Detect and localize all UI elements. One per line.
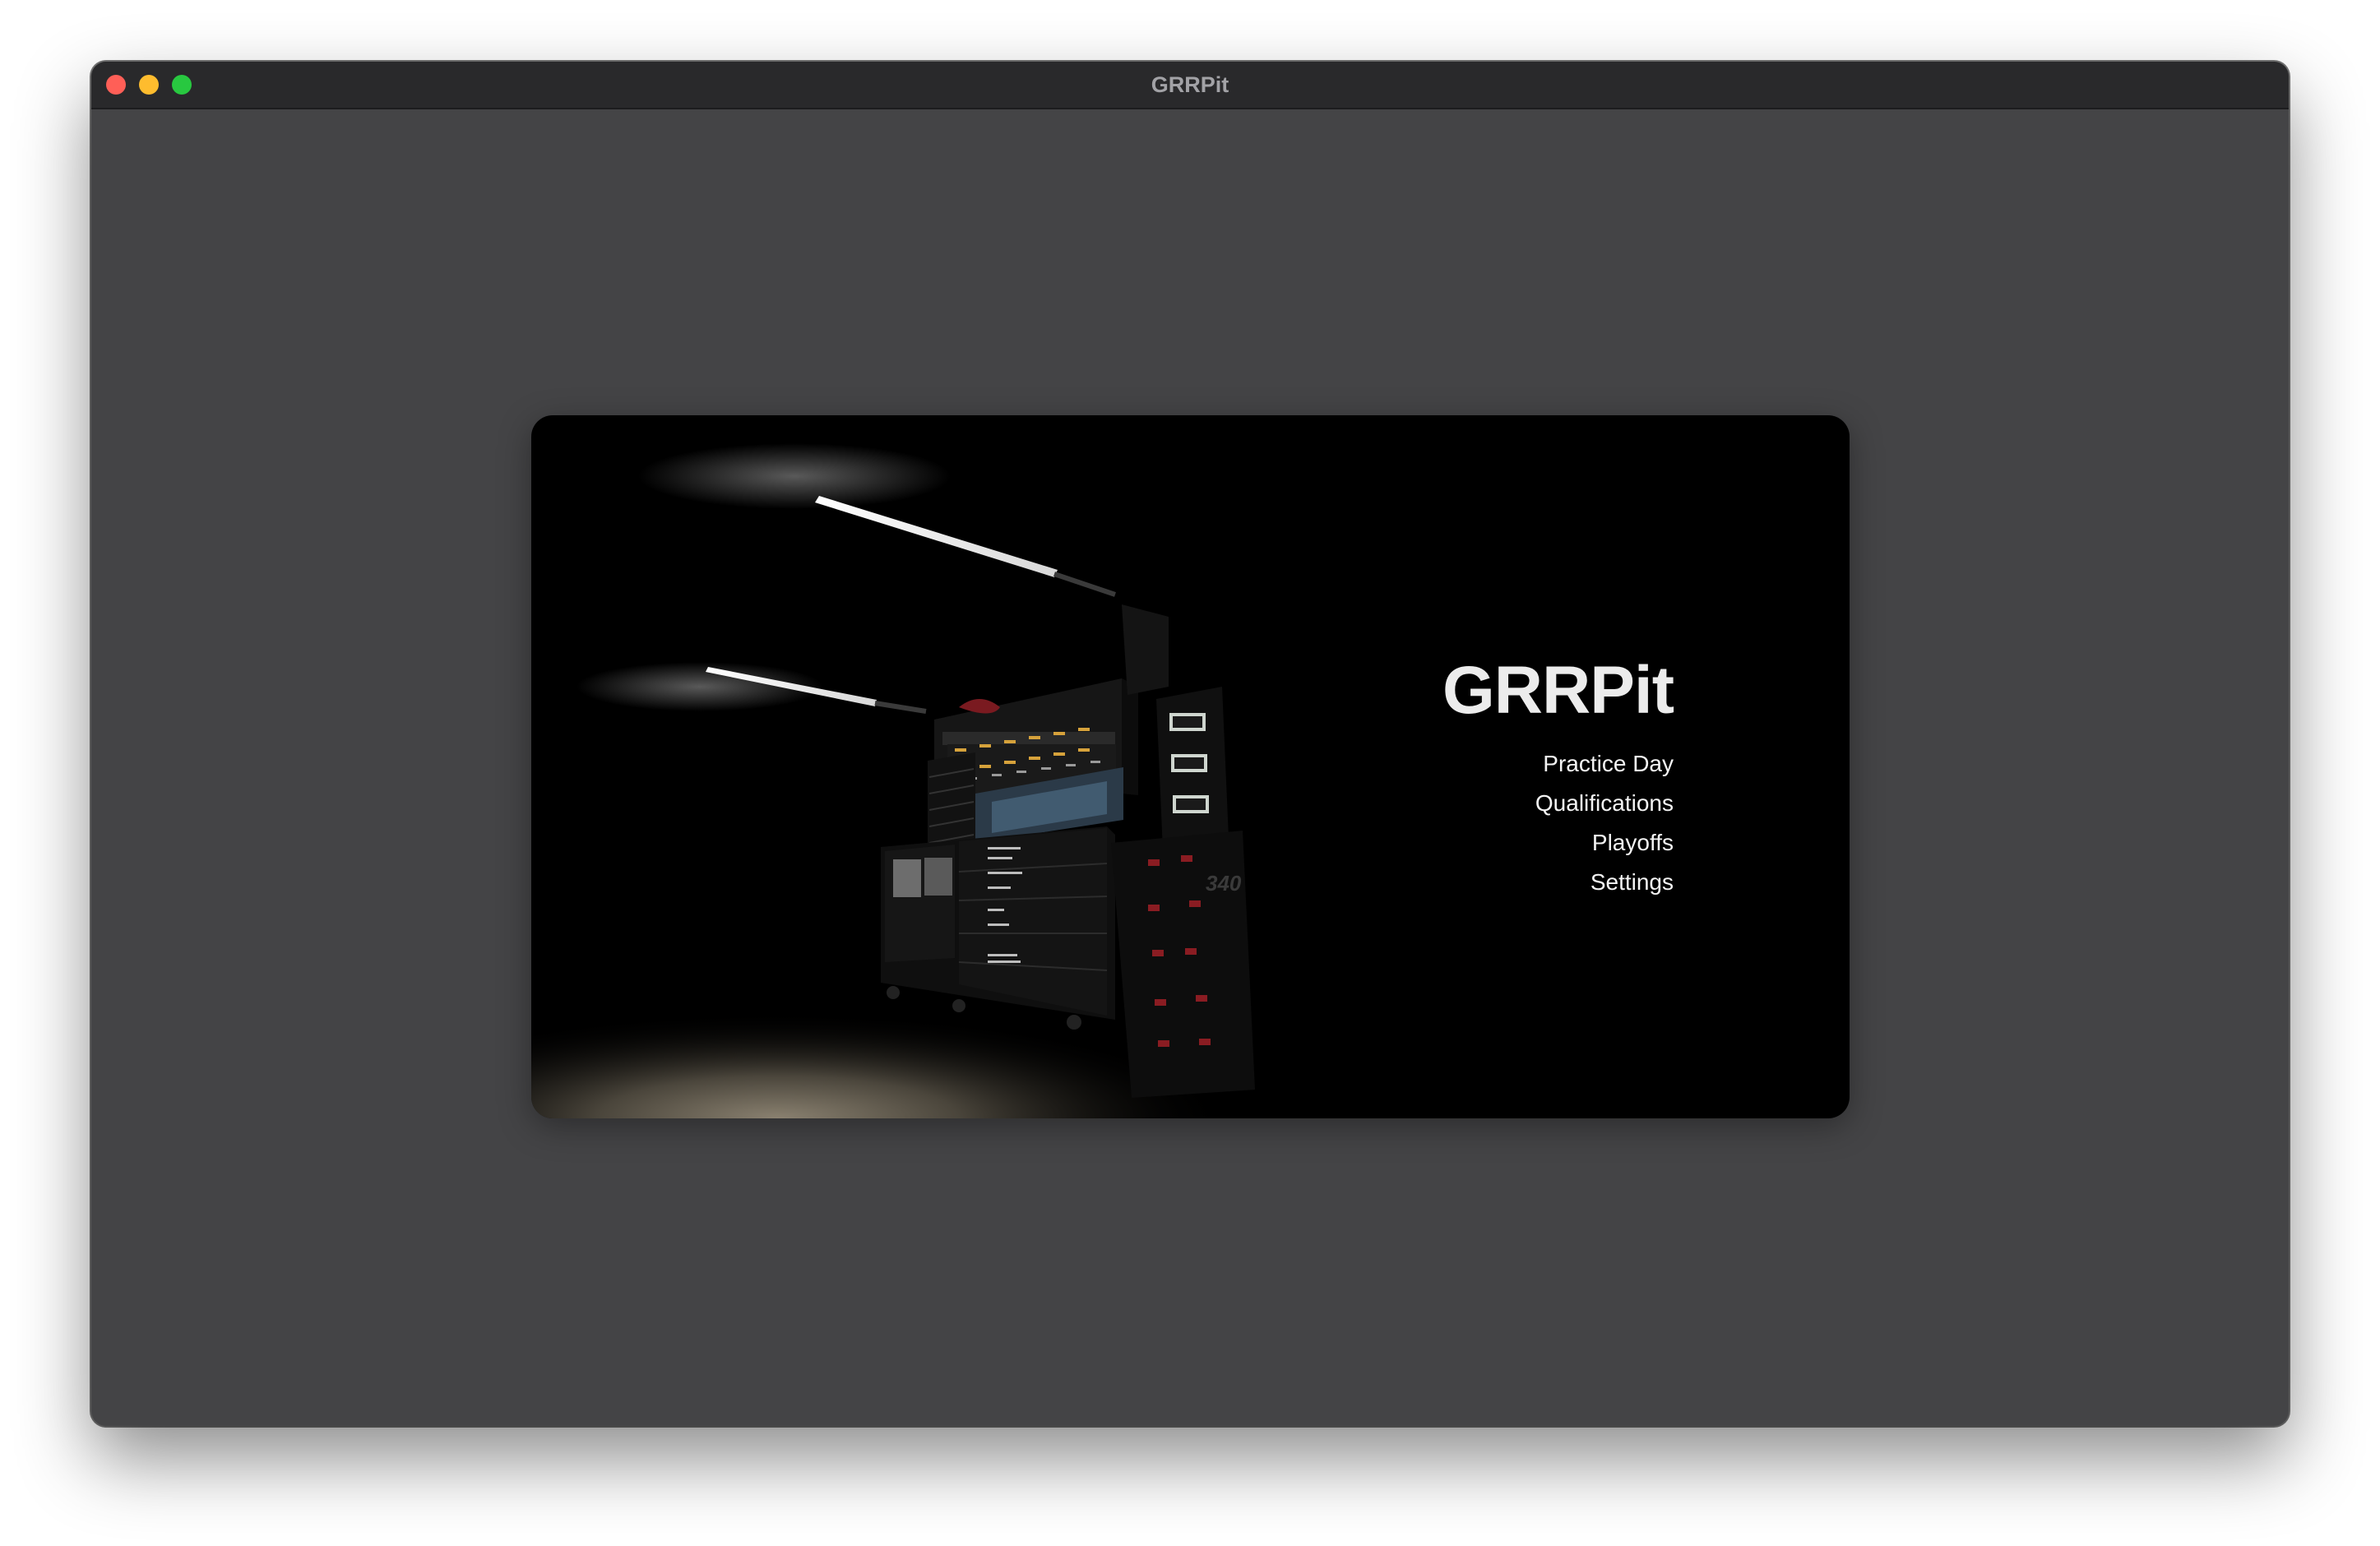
main-menu-card: 340 GRRPit Practice Day Qualifications P…: [531, 415, 1850, 1118]
menu-item-settings[interactable]: Settings: [1442, 863, 1674, 902]
menu-item-playoffs[interactable]: Playoffs: [1442, 823, 1674, 863]
app-title: GRRPit: [1442, 653, 1674, 728]
cart-number-label: 340: [1206, 871, 1242, 896]
menu-item-qualifications[interactable]: Qualifications: [1442, 784, 1674, 823]
app-window: GRRPit 340 GRRPit Practice Day Qualifica…: [91, 62, 2289, 1426]
menu-item-practice-day[interactable]: Practice Day: [1442, 744, 1674, 784]
main-menu: GRRPit Practice Day Qualifications Playo…: [1442, 655, 1674, 902]
title-bar[interactable]: GRRPit: [91, 62, 2289, 109]
window-title: GRRPit: [1151, 72, 1229, 97]
